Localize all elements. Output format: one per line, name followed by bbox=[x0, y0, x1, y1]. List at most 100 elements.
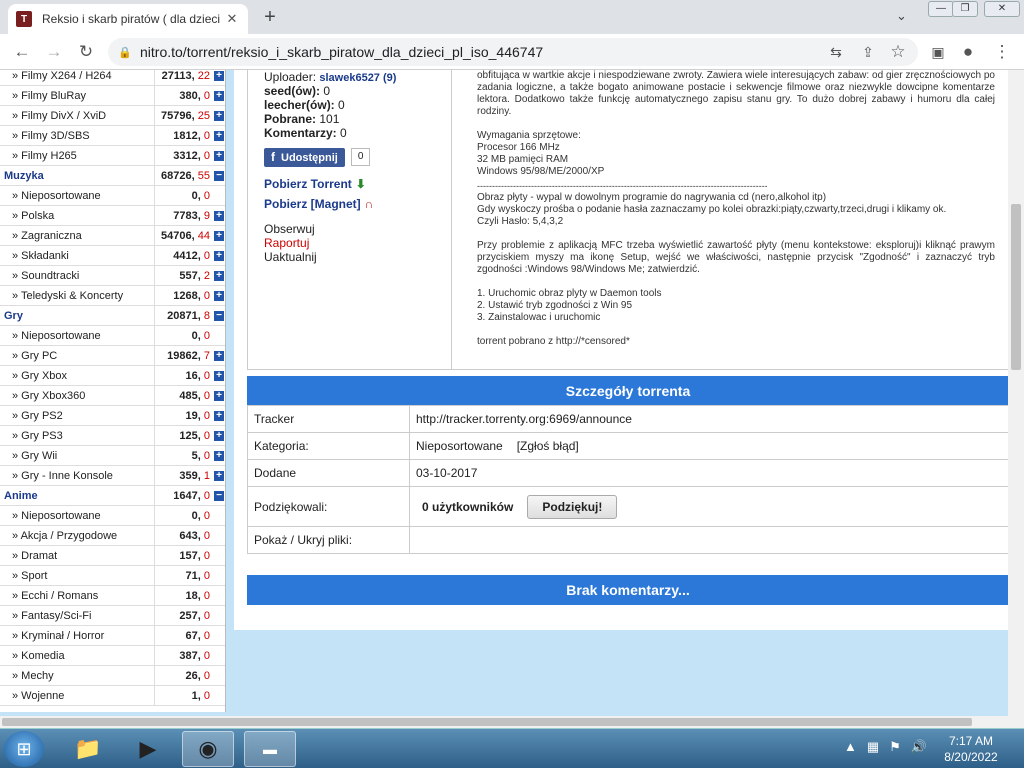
sidebar-subcategory-row[interactable]: » Ecchi / Romans 18, 0 bbox=[0, 585, 225, 606]
menu-dots-icon[interactable]: ⋮ bbox=[992, 42, 1012, 62]
sidebar-subcategory-row[interactable]: » Gry Xbox360 485, 0 + bbox=[0, 385, 225, 406]
sidebar-subcategory-row[interactable]: » Fantasy/Sci-Fi 257, 0 bbox=[0, 605, 225, 626]
sidebar-toggle-icon[interactable]: + bbox=[214, 410, 224, 421]
sidebar-subcategory-row[interactable]: » Nieposortowane 0, 0 bbox=[0, 505, 225, 526]
sidebar-toggle-icon[interactable]: − bbox=[214, 310, 224, 321]
sidebar-subcategory-row[interactable]: » Składanki 4412, 0 + bbox=[0, 245, 225, 266]
sidebar-item-label[interactable]: » Komedia bbox=[0, 645, 155, 666]
sidebar-subcategory-row[interactable]: » Filmy DivX / XviD 75796, 25 + bbox=[0, 105, 225, 126]
sidebar-item-label[interactable]: » Gry Xbox bbox=[0, 365, 155, 386]
close-window-button[interactable]: ✕ bbox=[984, 1, 1020, 17]
sidebar-item-label[interactable]: » Nieposortowane bbox=[0, 185, 155, 206]
share-icon[interactable]: ⇪ bbox=[858, 42, 878, 62]
sidebar-subcategory-row[interactable]: » Filmy BluRay 380, 0 + bbox=[0, 85, 225, 106]
volume-icon[interactable]: 🔊 bbox=[911, 739, 927, 755]
sidebar-item-label[interactable]: » Filmy DivX / XviD bbox=[0, 105, 155, 126]
sidebar-toggle-icon[interactable]: + bbox=[214, 430, 224, 441]
sidebar-item-label[interactable]: » Dramat bbox=[0, 545, 155, 566]
sidebar-toggle-icon[interactable]: + bbox=[214, 350, 224, 361]
sidebar-item-label[interactable]: » Filmy BluRay bbox=[0, 85, 155, 106]
sidebar-subcategory-row[interactable]: » Filmy H265 3312, 0 + bbox=[0, 145, 225, 166]
network-icon[interactable]: ▦ bbox=[867, 739, 879, 755]
sidebar-subcategory-row[interactable]: » Gry Xbox 16, 0 + bbox=[0, 365, 225, 386]
clock[interactable]: 7:17 AM 8/20/2022 bbox=[940, 733, 1002, 765]
sidebar-item-label[interactable]: » Teledyski & Koncerty bbox=[0, 285, 155, 306]
start-button[interactable]: ⊞ bbox=[4, 731, 44, 767]
vertical-scrollbar[interactable] bbox=[1008, 70, 1024, 716]
sidebar-toggle-icon[interactable]: + bbox=[214, 130, 224, 141]
sidebar-toggle-icon[interactable]: + bbox=[214, 210, 224, 221]
sidebar-toggle-icon[interactable]: − bbox=[214, 490, 224, 501]
sidebar-toggle-icon[interactable]: + bbox=[214, 90, 224, 101]
sidebar-item-label[interactable]: » Gry PC bbox=[0, 345, 155, 366]
reload-icon[interactable]: ↻ bbox=[76, 42, 96, 62]
sidebar-subcategory-row[interactable]: » Sport 71, 0 bbox=[0, 565, 225, 586]
sidebar-toggle-icon[interactable]: − bbox=[214, 170, 224, 181]
sidebar-item-label[interactable]: » Gry Wii bbox=[0, 445, 155, 466]
sidebar-item-label[interactable]: » Akcja / Przygodowe bbox=[0, 525, 155, 546]
sidebar-item-label[interactable]: » Polska bbox=[0, 205, 155, 226]
explorer-icon[interactable]: 📁 bbox=[62, 731, 114, 767]
bookmark-star-icon[interactable]: ☆ bbox=[888, 42, 908, 62]
sidebar-toggle-icon[interactable]: + bbox=[214, 470, 224, 481]
download-torrent-link[interactable]: Pobierz Torrent ⬇ bbox=[264, 174, 451, 194]
sidebar-toggle-icon[interactable]: + bbox=[214, 370, 224, 381]
sidebar-item-label[interactable]: Anime bbox=[0, 485, 155, 506]
report-link[interactable]: Raportuj bbox=[264, 236, 451, 250]
sidebar-item-label[interactable]: » Filmy X264 / H264 bbox=[0, 70, 155, 86]
tab-search-chevron-icon[interactable]: ⌄ bbox=[896, 8, 907, 24]
watch-link[interactable]: Obserwuj bbox=[264, 222, 451, 236]
new-tab-button[interactable]: + bbox=[258, 6, 282, 28]
sidebar-subcategory-row[interactable]: » Kryminał / Horror 67, 0 bbox=[0, 625, 225, 646]
sidebar-subcategory-row[interactable]: » Polska 7783, 9 + bbox=[0, 205, 225, 226]
sidebar-toggle-icon[interactable]: + bbox=[214, 70, 224, 81]
sidebar-toggle-icon[interactable]: + bbox=[214, 390, 224, 401]
close-tab-icon[interactable]: ✕ bbox=[224, 11, 240, 27]
sidebar-toggle-icon[interactable]: + bbox=[214, 450, 224, 461]
files-toggle-label[interactable]: Pokaż / Ukryj pliki: bbox=[248, 527, 410, 553]
horizontal-scroll-thumb[interactable] bbox=[2, 718, 972, 726]
sidebar-item-label[interactable]: » Mechy bbox=[0, 665, 155, 686]
sidebar-subcategory-row[interactable]: » Dramat 157, 0 bbox=[0, 545, 225, 566]
sidebar-subcategory-row[interactable]: » Komedia 387, 0 bbox=[0, 645, 225, 666]
sidebar-subcategory-row[interactable]: » Zagraniczna 54706, 44 + bbox=[0, 225, 225, 246]
restore-button[interactable]: ❐ bbox=[952, 1, 978, 17]
sidebar-subcategory-row[interactable]: » Mechy 26, 0 bbox=[0, 665, 225, 686]
sidebar-item-label[interactable]: » Gry PS3 bbox=[0, 425, 155, 446]
sidebar-item-label[interactable]: » Soundtracki bbox=[0, 265, 155, 286]
sidebar-item-label[interactable]: » Sport bbox=[0, 565, 155, 586]
sidebar-item-label[interactable]: » Fantasy/Sci-Fi bbox=[0, 605, 155, 626]
cmd-icon[interactable]: ▬ bbox=[244, 731, 296, 767]
sidebar-item-label[interactable]: » Wojenne bbox=[0, 685, 155, 706]
browser-tab[interactable]: T Reksio i skarb piratów ( dla dzieci ✕ bbox=[8, 4, 248, 34]
uploader-link[interactable]: slawek6527 (9) bbox=[319, 72, 396, 84]
thanks-button[interactable]: Podziękuj! bbox=[527, 494, 618, 519]
sidebar-subcategory-row[interactable]: » Filmy X264 / H264 27113, 22 + bbox=[0, 70, 225, 86]
sidebar-toggle-icon[interactable]: + bbox=[214, 150, 224, 161]
sidebar-subcategory-row[interactable]: » Gry PS3 125, 0 + bbox=[0, 425, 225, 446]
sidebar-subcategory-row[interactable]: » Wojenne 1, 0 bbox=[0, 685, 225, 706]
sidebar-toggle-icon[interactable]: + bbox=[214, 110, 224, 121]
sidebar-item-label[interactable]: » Nieposortowane bbox=[0, 325, 155, 346]
sidebar-subcategory-row[interactable]: » Filmy 3D/SBS 1812, 0 + bbox=[0, 125, 225, 146]
sidebar-subcategory-row[interactable]: » Gry PC 19862, 7 + bbox=[0, 345, 225, 366]
sidebar-item-label[interactable]: Muzyka bbox=[0, 165, 155, 186]
sidebar-toggle-icon[interactable]: + bbox=[214, 290, 224, 301]
sidebar-item-label[interactable]: Gry bbox=[0, 305, 155, 326]
sidebar-item-label[interactable]: » Gry PS2 bbox=[0, 405, 155, 426]
tray-expand-icon[interactable]: ▲ bbox=[844, 739, 857, 755]
sidebar-toggle-icon[interactable]: + bbox=[214, 250, 224, 261]
sidebar-subcategory-row[interactable]: » Gry PS2 19, 0 + bbox=[0, 405, 225, 426]
vertical-scroll-thumb[interactable] bbox=[1011, 204, 1021, 370]
sidebar-subcategory-row[interactable]: » Gry Wii 5, 0 + bbox=[0, 445, 225, 466]
sidebar-subcategory-row[interactable]: » Teledyski & Koncerty 1268, 0 + bbox=[0, 285, 225, 306]
sidebar-subcategory-row[interactable]: » Nieposortowane 0, 0 bbox=[0, 325, 225, 346]
update-link[interactable]: Uaktualnij bbox=[264, 250, 451, 264]
sidebar-category-row[interactable]: Anime 1647, 0− bbox=[0, 485, 225, 506]
sidebar-subcategory-row[interactable]: » Nieposortowane 0, 0 bbox=[0, 185, 225, 206]
sidebar-item-label[interactable]: » Gry Xbox360 bbox=[0, 385, 155, 406]
sidebar-category-row[interactable]: Gry 20871, 8− bbox=[0, 305, 225, 326]
minimize-button[interactable]: — bbox=[928, 1, 954, 17]
back-icon[interactable]: ← bbox=[12, 42, 32, 62]
sidebar-item-label[interactable]: » Kryminał / Horror bbox=[0, 625, 155, 646]
